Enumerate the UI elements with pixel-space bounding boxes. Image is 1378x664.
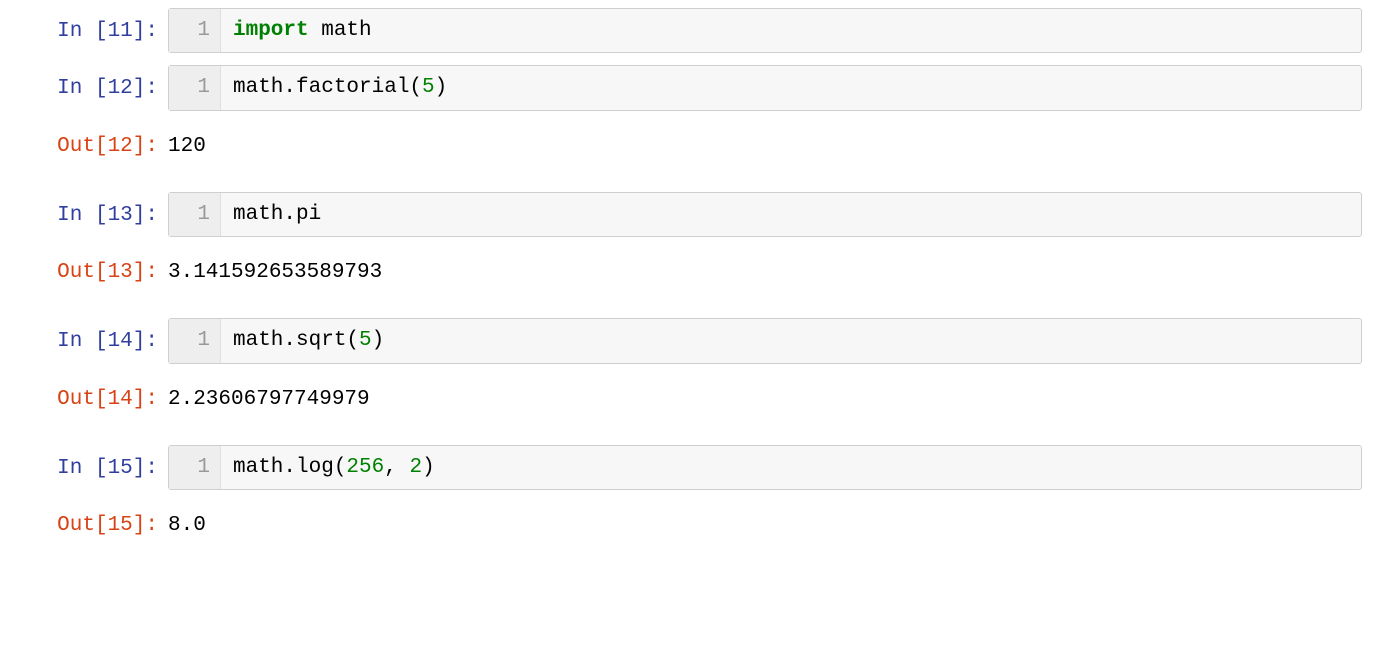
notebook-container: In [11]:1import mathIn [12]:1math.factor… — [16, 8, 1362, 572]
code-token: ) — [372, 329, 385, 352]
in-prompt: In [12]: — [16, 65, 168, 102]
out-prompt: Out[13]: — [16, 249, 168, 286]
code-token: math — [309, 19, 372, 42]
code-token: math.log( — [233, 456, 346, 479]
code-content[interactable]: math.factorial(5) — [221, 66, 459, 109]
code-input-area[interactable]: 1 math.pi — [168, 192, 1362, 237]
output-value: 8.0 — [168, 502, 1362, 539]
code-token: math.pi — [233, 203, 321, 226]
code-content[interactable]: math.log(256, 2) — [221, 446, 447, 489]
code-token: ) — [435, 76, 448, 99]
output-value: 120 — [168, 123, 1362, 160]
output-cell: Out[13]:3.141592653589793 — [16, 249, 1362, 286]
output-value: 2.23606797749979 — [168, 376, 1362, 413]
code-token: math.factorial( — [233, 76, 422, 99]
code-token: import — [233, 19, 309, 42]
code-content[interactable]: math.sqrt(5) — [221, 319, 396, 362]
code-content[interactable]: math.pi — [221, 193, 333, 236]
in-prompt: In [15]: — [16, 445, 168, 482]
code-token: ) — [422, 456, 435, 479]
in-prompt: In [13]: — [16, 192, 168, 229]
code-content[interactable]: import math — [221, 9, 384, 52]
line-number-gutter: 1 — [169, 319, 221, 362]
line-number-gutter: 1 — [169, 9, 221, 52]
code-token: 5 — [422, 76, 435, 99]
input-cell: In [15]:1math.log(256, 2) — [16, 445, 1362, 490]
line-number-gutter: 1 — [169, 446, 221, 489]
input-cell: In [12]:1math.factorial(5) — [16, 65, 1362, 110]
input-cell: In [13]:1 math.pi — [16, 192, 1362, 237]
code-input-area[interactable]: 1math.sqrt(5) — [168, 318, 1362, 363]
out-prompt: Out[12]: — [16, 123, 168, 160]
code-token: math.sqrt( — [233, 329, 359, 352]
line-number-gutter: 1 — [169, 66, 221, 109]
code-token: 256 — [346, 456, 384, 479]
output-cell: Out[14]:2.23606797749979 — [16, 376, 1362, 413]
code-input-area[interactable]: 1import math — [168, 8, 1362, 53]
code-token: 2 — [409, 456, 422, 479]
code-token: , — [384, 456, 409, 479]
code-token: 5 — [359, 329, 372, 352]
output-cell: Out[15]:8.0 — [16, 502, 1362, 539]
in-prompt: In [14]: — [16, 318, 168, 355]
output-cell: Out[12]:120 — [16, 123, 1362, 160]
in-prompt: In [11]: — [16, 8, 168, 45]
code-input-area[interactable]: 1math.log(256, 2) — [168, 445, 1362, 490]
input-cell: In [11]:1import math — [16, 8, 1362, 53]
input-cell: In [14]:1math.sqrt(5) — [16, 318, 1362, 363]
code-input-area[interactable]: 1math.factorial(5) — [168, 65, 1362, 110]
line-number-gutter: 1 — [169, 193, 221, 236]
out-prompt: Out[15]: — [16, 502, 168, 539]
output-value: 3.141592653589793 — [168, 249, 1362, 286]
out-prompt: Out[14]: — [16, 376, 168, 413]
